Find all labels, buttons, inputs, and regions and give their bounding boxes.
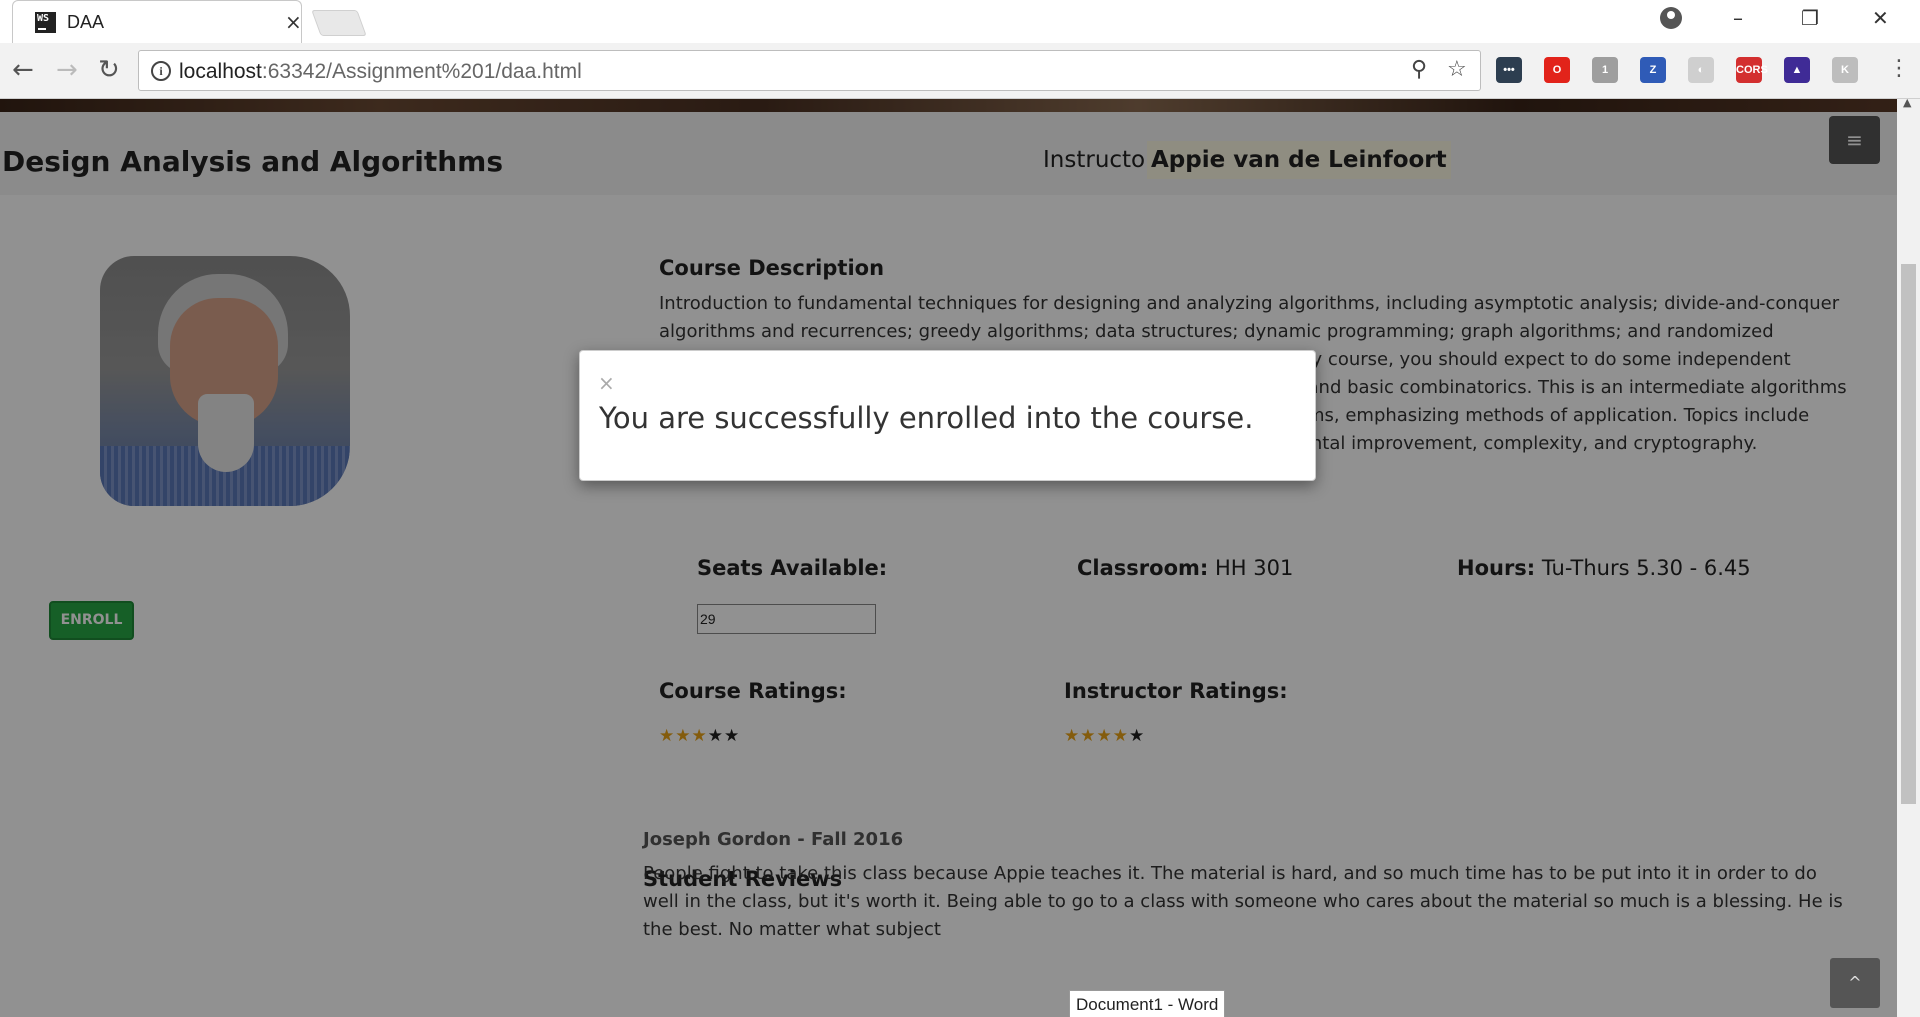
tab-title: DAA [67,12,105,32]
reload-icon[interactable]: ↻ [98,55,120,85]
modal-backdrop[interactable] [0,99,1897,1017]
scroll-up-arrow-icon[interactable]: ▲ [1903,99,1911,109]
ext-cors-icon[interactable]: CORS [1736,57,1768,83]
url-text: localhost:63342/Assignment%201/daa.html [179,60,582,84]
browser-toolbar: ← → ↻ i localhost:63342/Assignment%201/d… [0,43,1920,99]
back-icon[interactable]: ← [12,55,34,85]
back-to-top-button[interactable]: ^ [1830,958,1880,1008]
page-scrollbar[interactable]: ▲ [1897,99,1920,1017]
scrollbar-thumb[interactable] [1901,264,1916,804]
ext-dots-icon[interactable]: ••• [1496,57,1522,83]
browser-menu-icon[interactable]: ⋮ [1888,56,1910,81]
account-icon[interactable] [1660,7,1682,29]
zoom-icon[interactable]: ⚲ [1411,57,1427,82]
enrollment-success-modal: × You are successfully enrolled into the… [579,350,1316,481]
ext-z-icon[interactable]: Z [1640,57,1666,83]
ext-moon-icon[interactable]: ◐ [1688,57,1714,83]
page-viewport: Design Analysis and Algorithms Instructo… [0,99,1920,1017]
taskbar-tooltip: Document1 - Word [1069,990,1226,1017]
ext-puzzle-icon[interactable]: K [1832,57,1858,83]
browser-tab-daa[interactable]: WS DAA × [12,0,302,43]
close-window-icon[interactable]: ✕ [1872,6,1889,30]
webstorm-favicon-icon: WS [35,12,56,33]
browser-tab-bar: WS DAA × – ❐ ✕ [0,0,1920,43]
modal-close-icon[interactable]: × [598,371,615,395]
restore-icon[interactable]: ❐ [1801,6,1819,30]
url-host: localhost [179,60,262,83]
ext-opera-icon[interactable]: O [1544,57,1570,83]
new-tab-button[interactable] [311,10,367,36]
address-bar[interactable]: i localhost:63342/Assignment%201/daa.htm… [138,50,1481,91]
modal-message: You are successfully enrolled into the c… [599,401,1254,435]
url-path: :63342/Assignment%201/daa.html [261,60,582,83]
tab-close-icon[interactable]: × [285,10,302,34]
forward-icon[interactable]: → [56,55,78,85]
bookmark-star-icon[interactable]: ☆ [1447,57,1467,82]
ext-shield-icon[interactable]: 1 [1592,57,1618,83]
minimize-icon[interactable]: – [1733,6,1743,30]
ext-graph-icon[interactable]: ▲ [1784,57,1810,83]
site-info-icon[interactable]: i [151,61,171,81]
